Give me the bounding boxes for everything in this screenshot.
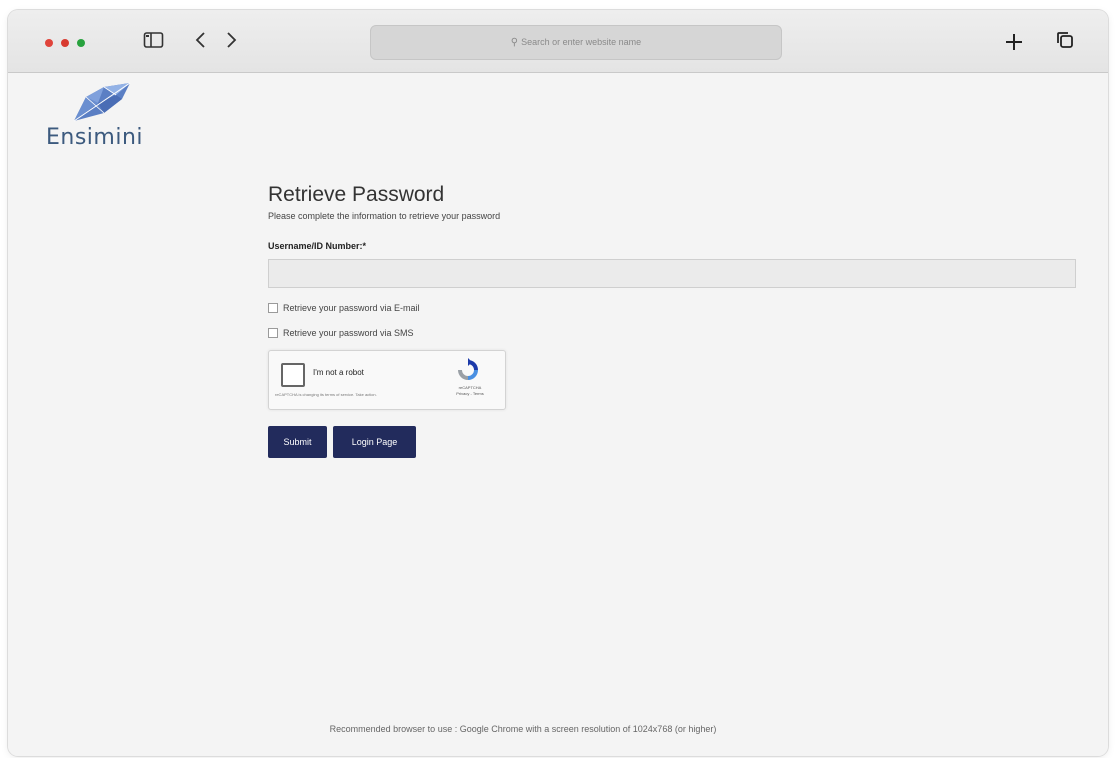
zoom-window-button[interactable] xyxy=(77,39,85,47)
chevron-right-icon[interactable] xyxy=(222,30,240,56)
close-window-button[interactable] xyxy=(45,39,53,47)
brand-name: Ensimini xyxy=(46,125,144,150)
minimize-window-button[interactable] xyxy=(61,39,69,47)
plus-icon[interactable] xyxy=(1002,30,1026,56)
recaptcha-label: I'm not a robot xyxy=(313,368,364,377)
browser-window: ⚲Search or enter website name Ensimini xyxy=(8,10,1108,756)
chevron-left-icon[interactable] xyxy=(192,30,210,56)
browser-toolbar: ⚲ Search or enter website name xyxy=(8,10,1108,73)
sms-checkbox[interactable] xyxy=(268,328,278,338)
recaptcha-links[interactable]: Privacy - Terms xyxy=(445,391,495,397)
submit-button[interactable]: Submit xyxy=(268,426,327,458)
email-checkbox[interactable] xyxy=(268,303,278,313)
email-option[interactable]: Retrieve your password via E-mail xyxy=(268,303,420,313)
address-bar[interactable]: ⚲ Search or enter website name xyxy=(370,25,782,60)
magnifier-icon: ⚲ xyxy=(510,37,519,48)
page-content: Ensimini Retrieve Password Please comple… xyxy=(8,73,1108,756)
footer-note: Recommended browser to use : Google Chro… xyxy=(329,724,717,734)
page-subtitle: Please complete the information to retri… xyxy=(268,211,501,221)
sms-option[interactable]: Retrieve your password via SMS xyxy=(268,328,414,338)
username-input[interactable] xyxy=(268,259,1076,288)
recaptcha-logo-icon xyxy=(458,358,478,380)
sms-option-label: Retrieve your password via SMS xyxy=(283,328,414,338)
sidebar-icon[interactable] xyxy=(142,30,166,56)
page-title: Retrieve Password xyxy=(268,183,445,206)
login-page-button[interactable]: Login Page xyxy=(333,426,416,458)
recaptcha-checkbox[interactable] xyxy=(281,363,305,387)
ensimini-logo[interactable]: Ensimini xyxy=(46,81,156,161)
username-label: Username/ID Number:* xyxy=(268,241,367,251)
recaptcha-note[interactable]: reCAPTCHA is changing its terms of servi… xyxy=(275,392,425,397)
address-placeholder: Search or enter website name xyxy=(521,37,642,47)
recaptcha-brand: reCAPTCHA Privacy - Terms xyxy=(445,385,495,397)
email-option-label: Retrieve your password via E-mail xyxy=(283,303,420,313)
leaf-logo-icon xyxy=(73,82,131,122)
recaptcha-widget: I'm not a robot reCAPTCHA is changing it… xyxy=(268,350,506,410)
tabs-overview-icon[interactable] xyxy=(1053,30,1077,56)
